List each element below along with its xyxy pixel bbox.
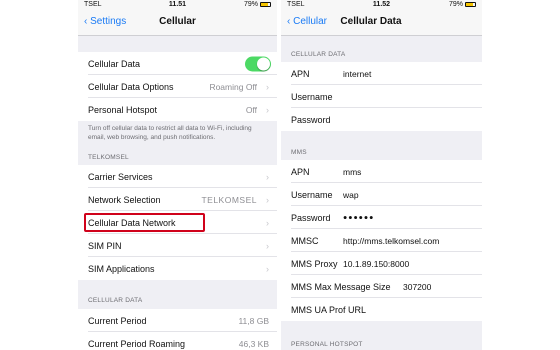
row-label: Carrier Services	[88, 171, 153, 182]
chevron-right-icon: ›	[266, 263, 269, 274]
current-period-roaming-row: Current Period Roaming 46,3 KB	[78, 332, 277, 350]
mms-apn-row[interactable]: APN mms	[281, 160, 482, 183]
row-label: Password	[291, 212, 331, 223]
mmsc-row[interactable]: MMSC http://mms.telkomsel.com	[281, 229, 482, 252]
row-value: 46,3 KB	[238, 338, 269, 349]
row-label: Cellular Data	[88, 58, 141, 69]
section-header-cellular-data: CELLULAR DATA	[88, 297, 143, 304]
chevron-right-icon: ›	[266, 171, 269, 182]
page-title: Cellular Data	[340, 16, 402, 27]
mms-proxy-row[interactable]: MMS Proxy 10.1.89.150:8000	[281, 252, 482, 275]
sim-pin-row[interactable]: SIM PIN ›	[78, 234, 277, 257]
row-value: Roaming Off	[209, 81, 257, 92]
page-title: Cellular	[159, 16, 196, 27]
chevron-right-icon: ›	[266, 217, 269, 228]
mms-apn-field[interactable]: mms	[343, 167, 361, 177]
status-bar: TSEL 11.51 79%	[78, 0, 277, 11]
section-header-carrier: TELKOMSEL	[88, 154, 129, 161]
chevron-right-icon: ›	[266, 104, 269, 115]
row-label: APN	[291, 68, 310, 79]
navigation-bar: ‹ Settings Cellular	[78, 11, 277, 36]
section-header-mms: MMS	[291, 149, 307, 156]
mms-username-field[interactable]: wap	[343, 190, 359, 200]
mms-proxy-field[interactable]: 10.1.89.150:8000	[343, 259, 409, 269]
battery-icon	[465, 1, 476, 7]
apn-field[interactable]: internet	[343, 69, 371, 79]
password-row[interactable]: Password	[281, 108, 482, 131]
row-value: 11,8 GB	[238, 315, 269, 326]
row-label: MMS UA Prof URL	[291, 304, 367, 315]
mms-password-field[interactable]: ●●●●●●	[343, 214, 374, 221]
mms-max-size-field[interactable]: 307200	[403, 282, 431, 292]
battery-indicator: 79%	[449, 1, 476, 8]
row-label: Network Selection	[88, 194, 161, 205]
row-label: MMSC	[291, 235, 319, 246]
personal-hotspot-row[interactable]: Personal Hotspot Off ›	[78, 98, 277, 121]
carrier-services-row[interactable]: Carrier Services ›	[78, 165, 277, 188]
row-label: Personal Hotspot	[88, 104, 158, 115]
row-label: MMS Proxy	[291, 258, 338, 269]
row-label: Current Period Roaming	[88, 338, 186, 349]
battery-icon	[260, 1, 271, 7]
mms-max-size-row[interactable]: MMS Max Message Size 307200	[281, 275, 482, 298]
row-label: Username	[291, 91, 333, 102]
cellular-settings-screen: TSEL 11.51 79% ‹ Settings Cellular Cellu…	[78, 0, 277, 350]
username-row[interactable]: Username	[281, 85, 482, 108]
chevron-right-icon: ›	[266, 194, 269, 205]
row-label: Password	[291, 114, 331, 125]
section-header-personal-hotspot: PERSONAL HOTSPOT	[291, 341, 363, 348]
row-value: TELKOMSEL	[201, 194, 257, 205]
row-label: SIM Applications	[88, 263, 155, 274]
cellular-data-footer: Turn off cellular data to restrict all d…	[88, 125, 252, 141]
battery-percent: 79%	[448, 1, 463, 8]
row-label: SIM PIN	[88, 240, 122, 251]
battery-indicator: 79%	[244, 1, 271, 8]
row-label: Cellular Data Options	[88, 81, 174, 92]
cellular-data-network-screen: TSEL 11.52 79% ‹ Cellular Cellular Data …	[281, 0, 482, 350]
chevron-right-icon: ›	[266, 240, 269, 251]
row-label: APN	[291, 166, 310, 177]
battery-percent: 79%	[243, 1, 258, 8]
sim-applications-row[interactable]: SIM Applications ›	[78, 257, 277, 280]
row-label: Username	[291, 189, 333, 200]
mmsc-field[interactable]: http://mms.telkomsel.com	[343, 236, 439, 246]
row-value: Off	[245, 104, 257, 115]
status-bar: TSEL 11.52 79%	[281, 0, 482, 11]
highlight-box	[84, 213, 205, 232]
chevron-right-icon: ›	[266, 81, 269, 92]
cellular-data-options-row[interactable]: Cellular Data Options Roaming Off ›	[78, 75, 277, 98]
apn-row[interactable]: APN internet	[281, 62, 482, 85]
section-header-cellular-data: CELLULAR DATA	[291, 51, 346, 58]
row-label: MMS Max Message Size	[291, 281, 391, 292]
cellular-data-row: Cellular Data	[78, 52, 277, 75]
network-selection-row[interactable]: Network Selection TELKOMSEL ›	[78, 188, 277, 211]
current-period-row: Current Period 11,8 GB	[78, 309, 277, 332]
mms-ua-prof-url-row[interactable]: MMS UA Prof URL	[281, 298, 482, 321]
mms-username-row[interactable]: Username wap	[281, 183, 482, 206]
navigation-bar: ‹ Cellular Cellular Data	[281, 11, 482, 36]
mms-password-row[interactable]: Password ●●●●●●	[281, 206, 482, 229]
cellular-data-toggle[interactable]	[245, 56, 271, 71]
row-label: Current Period	[88, 315, 147, 326]
